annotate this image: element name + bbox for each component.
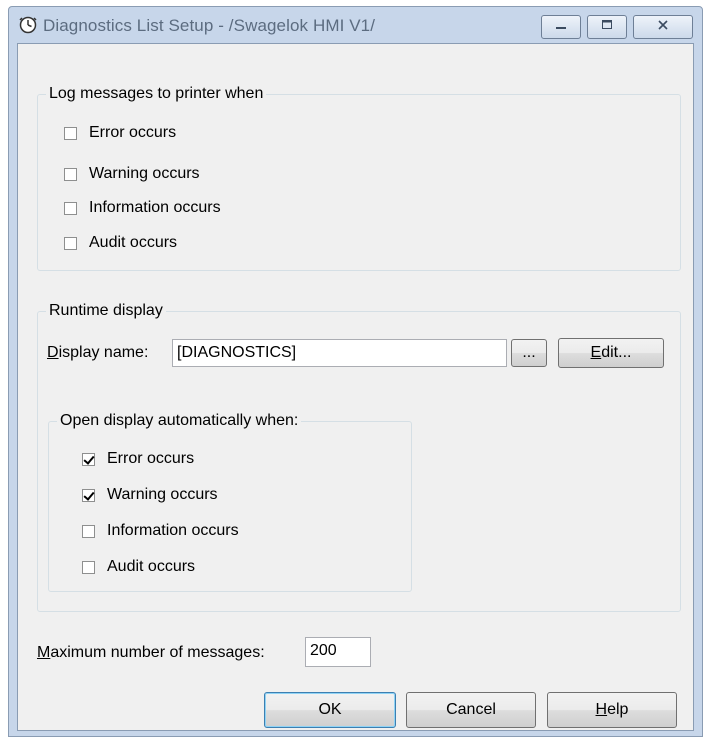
log-audit-label: Audit occurs [89,234,178,251]
title-bar[interactable]: Diagnostics List Setup - /Swagelok HMI V… [9,7,702,43]
runtime-display-legend: Runtime display [49,302,163,319]
cancel-button[interactable]: Cancel [406,692,536,728]
clock-icon [19,16,37,34]
open-error-label: Error occurs [107,450,195,467]
browse-button[interactable]: ... [511,339,547,367]
log-information-box[interactable] [64,201,77,215]
log-error-label: Error occurs [89,124,177,141]
minimize-icon [554,18,568,36]
log-warning-box[interactable] [64,167,77,181]
display-name-label: Display name: [47,344,149,361]
edit-button[interactable]: Edit... [558,338,664,368]
close-button[interactable] [633,15,693,39]
max-messages-input[interactable]: 200 [305,637,371,667]
open-information-label: Information occurs [107,522,239,539]
log-messages-legend: Log messages to printer when [49,85,264,102]
ok-button[interactable]: OK [264,692,396,728]
log-information-checkbox[interactable]: Information occurs [64,199,221,217]
open-warning-checkbox[interactable]: Warning occurs [82,486,218,504]
log-audit-box[interactable] [64,236,77,250]
open-information-checkbox[interactable]: Information occurs [82,522,239,540]
log-warning-label: Warning occurs [89,165,200,182]
open-audit-label: Audit occurs [107,558,196,575]
log-warning-checkbox[interactable]: Warning occurs [64,165,200,183]
open-warning-label: Warning occurs [107,486,218,503]
maximize-icon [600,18,614,36]
open-information-box[interactable] [82,524,95,538]
open-error-checkbox[interactable]: Error occurs [82,450,194,468]
window-title: Diagnostics List Setup - /Swagelok HMI V… [43,16,376,35]
open-audit-box[interactable] [82,560,95,574]
maximize-button[interactable] [587,15,627,39]
log-information-label: Information occurs [89,199,221,216]
log-error-box[interactable] [64,126,77,140]
help-button[interactable]: Help [547,692,677,728]
minimize-button[interactable] [541,15,581,39]
open-error-box[interactable] [82,452,95,466]
log-error-checkbox[interactable]: Error occurs [64,124,176,142]
open-display-legend: Open display automatically when: [60,412,299,429]
open-audit-checkbox[interactable]: Audit occurs [82,558,195,576]
dialog-window: Diagnostics List Setup - /Swagelok HMI V… [8,6,703,737]
display-name-input[interactable]: [DIAGNOSTICS] [172,339,507,367]
close-icon [656,18,670,36]
log-audit-checkbox[interactable]: Audit occurs [64,234,177,252]
open-warning-box[interactable] [82,488,95,502]
dialog-client-area: Log messages to printer when Error occur… [17,43,694,731]
max-messages-label: Maximum number of messages: [37,644,265,661]
